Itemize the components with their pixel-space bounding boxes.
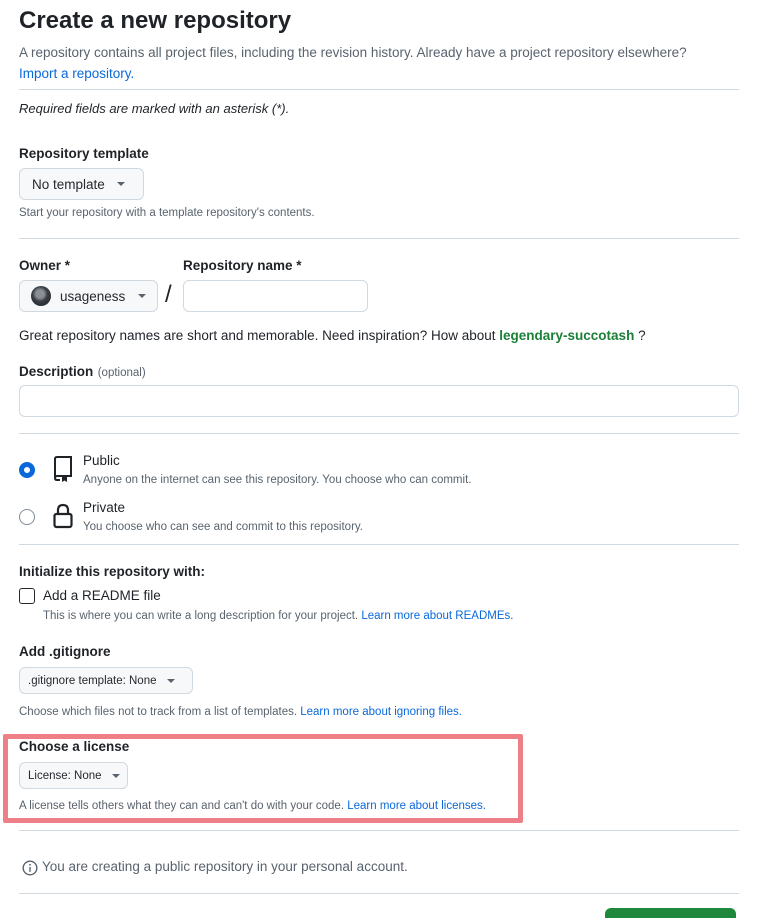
owner-name: usageness <box>60 288 126 304</box>
import-repository-link[interactable]: Import a repository. <box>19 66 134 81</box>
page-description: A repository contains all project files,… <box>19 42 744 84</box>
add-readme-description: This is where you can write a long descr… <box>43 610 513 622</box>
create-repository-page: Create a new repository A repository con… <box>0 0 759 918</box>
learn-more-licenses-link[interactable]: Learn more about licenses. <box>347 800 486 812</box>
license-button-label: License: None <box>28 769 102 782</box>
chevron-down-icon <box>116 182 125 186</box>
gitignore-note: Choose which files not to track from a l… <box>19 706 462 718</box>
repository-template-button[interactable]: No template <box>19 168 144 200</box>
gitignore-template-button[interactable]: .gitignore template: None <box>19 667 193 694</box>
lock-icon <box>53 503 73 529</box>
info-icon <box>22 860 38 876</box>
private-option-description: You choose who can see and commit to thi… <box>83 521 363 533</box>
license-note-text: A license tells others what they can and… <box>19 800 345 812</box>
initialize-label: Initialize this repository with: <box>19 564 206 579</box>
gitignore-template-button-label: .gitignore template: None <box>28 674 157 687</box>
add-readme-description-text: This is where you can write a long descr… <box>43 610 359 622</box>
repository-name-input[interactable] <box>183 280 368 312</box>
repository-template-note: Start your repository with a template re… <box>19 207 315 219</box>
gitignore-note-text: Choose which files not to track from a l… <box>19 706 298 718</box>
owner-label: Owner * <box>19 258 71 273</box>
suggested-name[interactable]: legendary-succotash <box>499 328 634 343</box>
add-readme-checkbox[interactable] <box>19 588 35 604</box>
public-option-title: Public <box>83 453 120 468</box>
page-description-text: A repository contains all project files,… <box>19 45 687 60</box>
learn-more-readmes-link[interactable]: Learn more about READMEs. <box>361 610 513 622</box>
private-option-title: Private <box>83 500 126 515</box>
gitignore-label: Add .gitignore <box>19 644 111 659</box>
divider <box>19 238 739 239</box>
chevron-down-icon <box>166 678 175 683</box>
name-suggestion-suffix: ? <box>638 328 646 343</box>
description-input[interactable] <box>19 385 739 417</box>
private-radio[interactable] <box>19 509 35 525</box>
description-label: Description <box>19 364 94 379</box>
description-label-row: Description (optional) <box>19 363 146 381</box>
public-repository-info: You are creating a public repository in … <box>42 859 408 874</box>
learn-more-gitignore-link[interactable]: Learn more about ignoring files. <box>300 706 462 718</box>
create-repository-button[interactable] <box>605 908 736 918</box>
chevron-down-icon <box>111 773 120 778</box>
divider <box>19 433 739 434</box>
divider <box>19 830 739 831</box>
license-label: Choose a license <box>19 739 130 754</box>
avatar <box>31 286 51 306</box>
name-suggestion-text: Great repository names are short and mem… <box>19 328 496 343</box>
page-title: Create a new repository <box>19 7 292 34</box>
name-suggestion: Great repository names are short and mem… <box>19 328 646 343</box>
repository-name-label: Repository name * <box>183 258 302 273</box>
description-optional: (optional) <box>97 367 146 379</box>
repo-icon <box>54 456 72 482</box>
divider <box>19 893 739 894</box>
divider <box>19 544 739 545</box>
required-fields-note: Required fields are marked with an aster… <box>19 101 290 116</box>
chevron-down-icon <box>138 294 147 298</box>
owner-select-button[interactable]: usageness <box>19 280 158 312</box>
license-note: A license tells others what they can and… <box>19 800 486 812</box>
add-readme-title: Add a README file <box>43 588 161 603</box>
license-button[interactable]: License: None <box>19 762 128 789</box>
public-option-description: Anyone on the internet can see this repo… <box>83 474 472 486</box>
repository-template-label: Repository template <box>19 146 149 161</box>
owner-repo-separator: / <box>165 281 172 308</box>
divider <box>19 89 739 90</box>
repository-template-button-label: No template <box>32 176 105 192</box>
public-radio[interactable] <box>19 462 35 478</box>
